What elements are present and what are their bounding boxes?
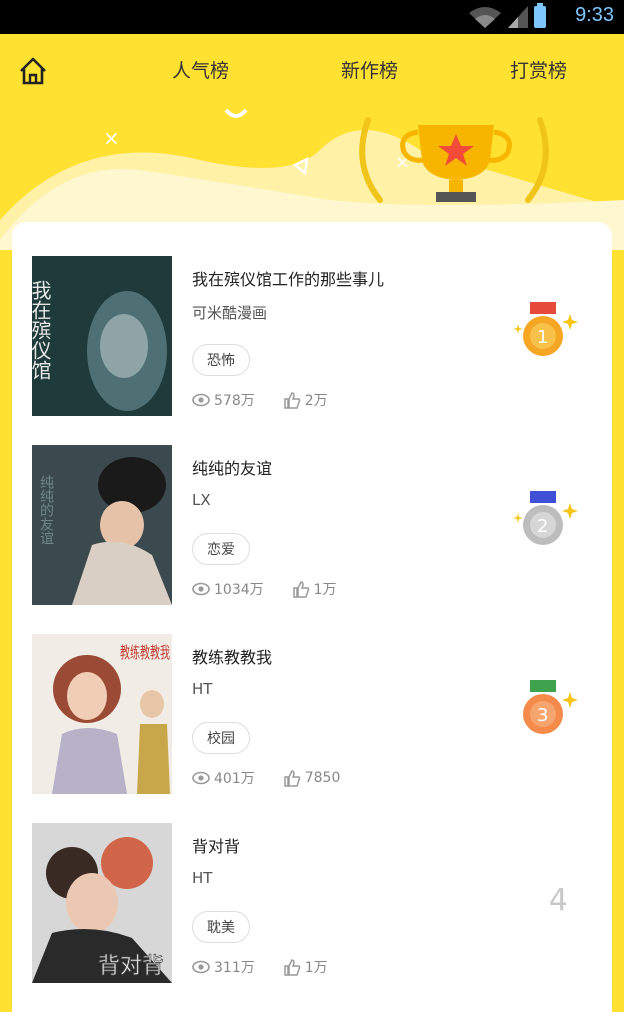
comic-stats: 578万 2万 (192, 390, 328, 410)
tab-popular[interactable]: 人气榜 (172, 56, 229, 83)
like-count: 7850 (304, 770, 341, 786)
like-count: 1万 (313, 582, 337, 598)
comic-author: HT (192, 680, 213, 698)
comic-stats: 1034万 1万 (192, 579, 337, 599)
thumbs-up-icon (292, 581, 309, 598)
comic-author: 可米酷漫画 (192, 304, 268, 322)
view-count: 311万 (214, 960, 255, 976)
cover-image[interactable]: 背对背 (32, 823, 172, 983)
comic-author: HT (192, 869, 213, 887)
silver-medal-icon: 2 (513, 491, 578, 545)
like-count: 2万 (304, 393, 328, 409)
eye-icon (192, 393, 210, 407)
like-count: 1万 (304, 960, 328, 976)
rank-number: 4 (548, 883, 568, 918)
status-bar: 9:33 (0, 0, 624, 34)
comic-stats: 401万 7850 (192, 768, 340, 788)
svg-text:×: × (103, 126, 120, 150)
thumbs-up-icon (283, 392, 300, 409)
comic-title[interactable]: 背对背 (192, 833, 240, 857)
tab-reward[interactable]: 打赏榜 (510, 56, 567, 83)
gold-medal-icon: 1 (513, 302, 578, 356)
comic-title[interactable]: 教练教教我 (192, 644, 272, 668)
view-count: 1034万 (214, 582, 264, 598)
genre-tag[interactable]: 耽美 (192, 911, 250, 943)
genre-tag[interactable]: 恐怖 (192, 344, 250, 376)
wifi-icon (469, 7, 501, 28)
eye-icon (192, 771, 210, 785)
svg-text:3: 3 (537, 705, 548, 726)
cover-title: 我在殡仪馆 (32, 280, 52, 380)
thumbs-up-icon (283, 959, 300, 976)
cover-image[interactable]: 我在殡仪馆 (32, 256, 172, 416)
genre-tag[interactable]: 恋爱 (192, 533, 250, 565)
clock: 9:33 (575, 4, 614, 26)
status-icons (468, 3, 546, 28)
signal-icon (508, 6, 528, 28)
comic-title[interactable]: 纯纯的友谊 (192, 455, 272, 479)
comic-author: LX (192, 491, 211, 509)
comic-title[interactable]: 我在殡仪馆工作的那些事儿 (192, 266, 384, 290)
cover-title: 纯纯的友谊 (38, 475, 54, 545)
eye-icon (192, 960, 210, 974)
cover-title: 背对背 (98, 954, 164, 979)
comic-stats: 311万 1万 (192, 957, 328, 977)
tab-new[interactable]: 新作榜 (341, 56, 398, 83)
cover-title: 教练教教我 (120, 643, 170, 662)
view-count: 401万 (214, 771, 255, 787)
bronze-medal-icon: 3 (523, 680, 578, 734)
cover-image[interactable]: 纯纯的友谊 (32, 445, 172, 605)
view-count: 578万 (214, 393, 255, 409)
list-item[interactable]: 纯纯的友谊 纯纯的友谊 LX 恋爱 1034万 1万 2 (32, 445, 592, 605)
battery-icon (534, 3, 546, 28)
genre-tag[interactable]: 校园 (192, 722, 250, 754)
list-item[interactable]: 教练教教我 教练教教我 HT 校园 401万 7850 3 (32, 634, 592, 794)
list-item[interactable]: 背对背 背对背 HT 耽美 311万 1万 4 (32, 823, 592, 983)
eye-icon (192, 582, 210, 596)
home-icon[interactable] (18, 56, 48, 86)
svg-text:2: 2 (537, 516, 548, 537)
cover-image[interactable]: 教练教教我 (32, 634, 172, 794)
svg-text:1: 1 (537, 327, 548, 348)
thumbs-up-icon (283, 770, 300, 787)
list-item[interactable]: 我在殡仪馆 我在殡仪馆工作的那些事儿 可米酷漫画 恐怖 578万 2万 1 (32, 256, 592, 416)
ranking-list-card: 我在殡仪馆 我在殡仪馆工作的那些事儿 可米酷漫画 恐怖 578万 2万 1 纯纯… (12, 222, 612, 1012)
